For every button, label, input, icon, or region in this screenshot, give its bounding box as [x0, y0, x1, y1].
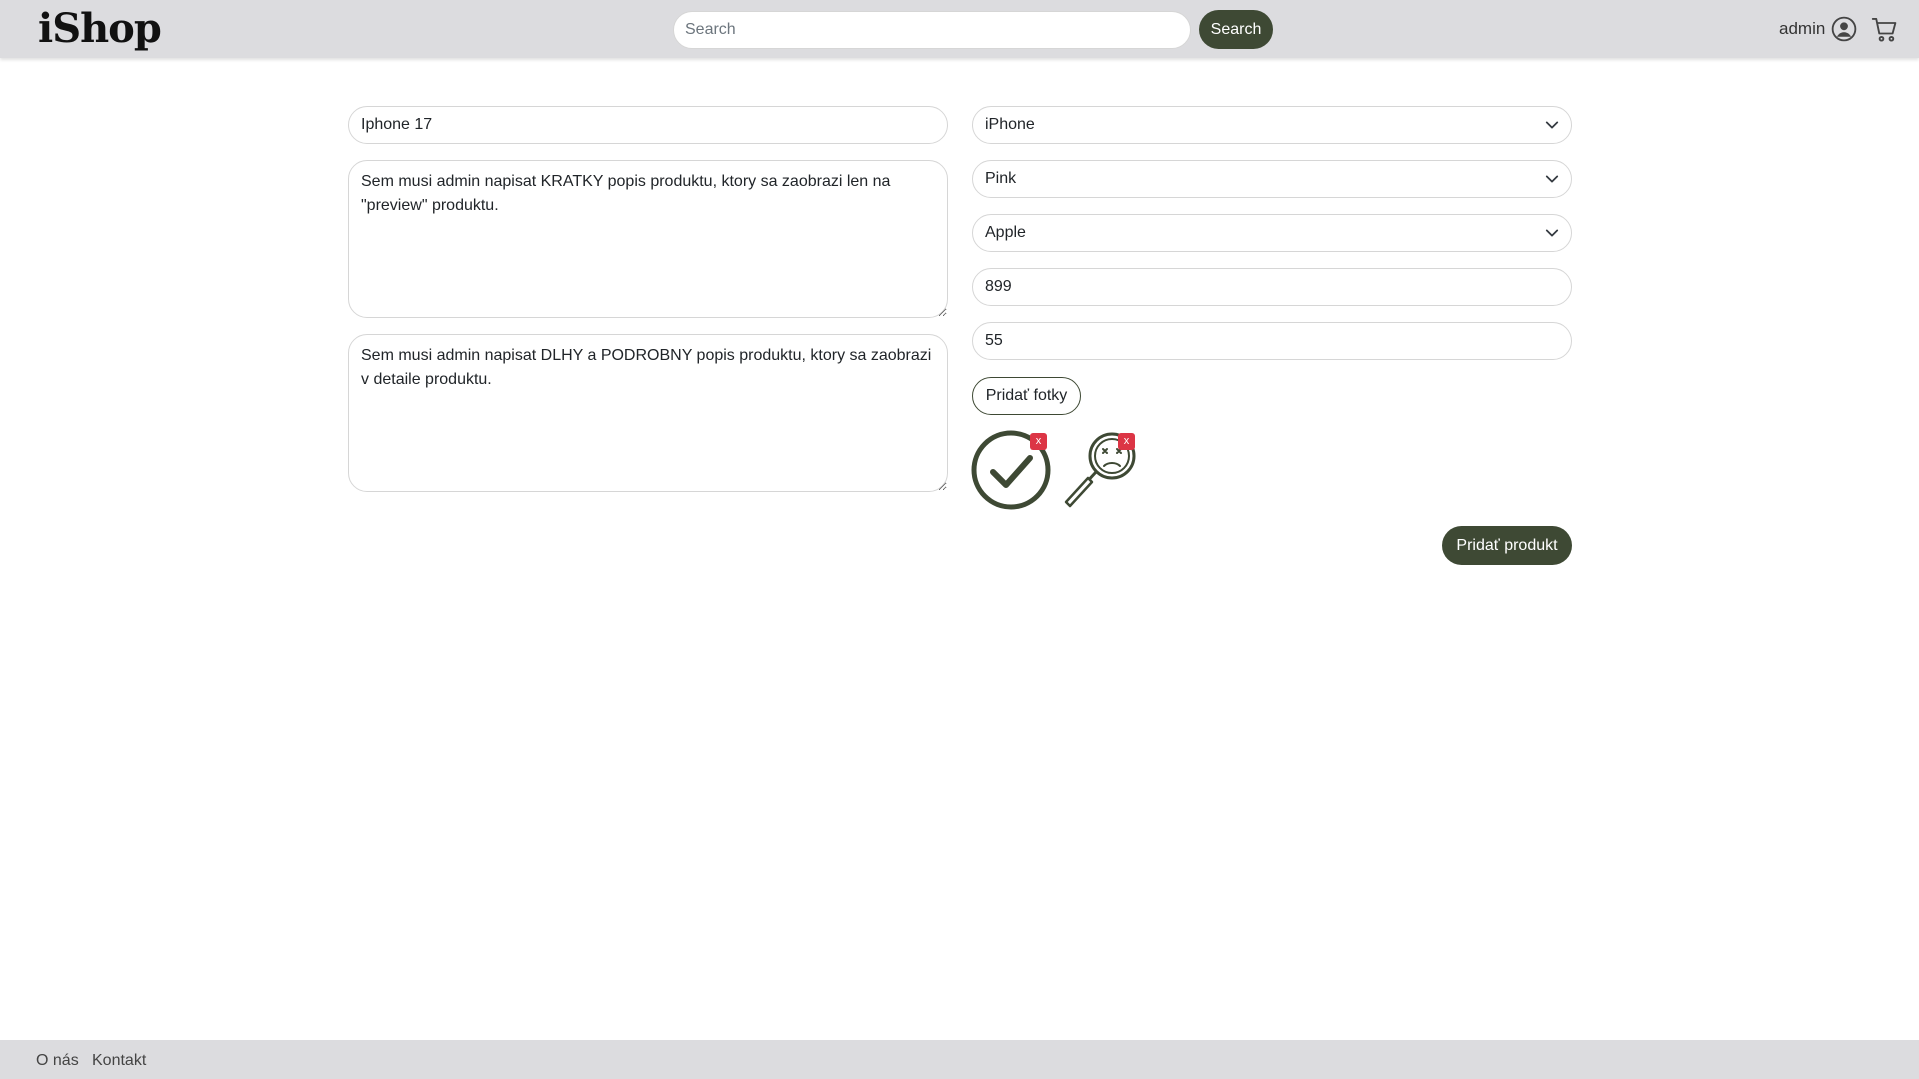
category-select-value: iPhone	[985, 116, 1035, 133]
price-input[interactable]	[972, 268, 1572, 306]
cart-icon[interactable]	[1871, 16, 1899, 44]
remove-photo-button[interactable]: x	[1030, 433, 1047, 450]
color-select-value: Pink	[985, 170, 1017, 187]
category-select[interactable]: iPhone	[972, 106, 1572, 144]
top-navbar: iShop Search admin	[0, 0, 1919, 58]
remove-photo-button[interactable]: x	[1118, 433, 1135, 450]
brand-select-value: Apple	[985, 224, 1026, 241]
long-description-textarea[interactable]: Sem musi admin napisat DLHY a PODROBNY p…	[348, 334, 948, 492]
chevron-down-icon	[1545, 229, 1559, 237]
chevron-down-icon	[1545, 175, 1559, 183]
search-input[interactable]	[673, 11, 1191, 49]
footer: O nás Kontakt	[0, 1040, 1919, 1079]
user-circle-icon[interactable]	[1831, 16, 1857, 42]
add-product-button[interactable]: Pridať produkt	[1442, 526, 1572, 565]
quantity-input[interactable]	[972, 322, 1572, 360]
user-name-label[interactable]: admin	[1779, 18, 1825, 40]
footer-link-contact[interactable]: Kontakt	[92, 1051, 146, 1071]
short-description-textarea[interactable]: Sem musi admin napisat KRATKY popis prod…	[348, 160, 948, 318]
footer-link-about[interactable]: O nás	[36, 1051, 79, 1071]
shop-logo[interactable]: iShop	[38, 4, 162, 54]
search-button[interactable]: Search	[1199, 10, 1273, 49]
product-name-input[interactable]	[348, 106, 948, 144]
add-photos-button[interactable]: Pridať fotky	[972, 377, 1081, 415]
color-select[interactable]: Pink	[972, 160, 1572, 198]
brand-select[interactable]: Apple	[972, 214, 1572, 252]
chevron-down-icon	[1545, 121, 1559, 129]
